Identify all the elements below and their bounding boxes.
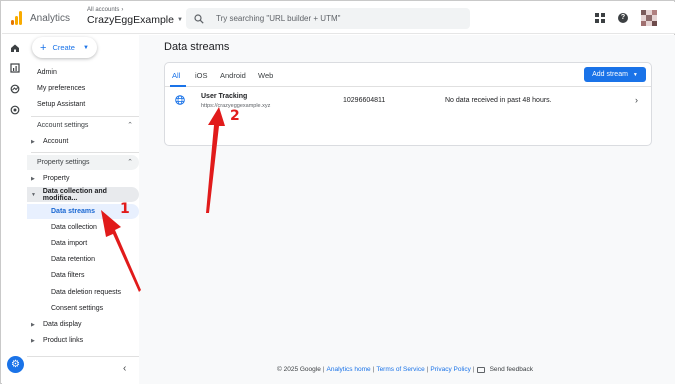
globe-icon	[175, 95, 185, 105]
left-rail: ⚙	[2, 35, 27, 384]
triangle-down-icon: ▼	[31, 191, 36, 198]
page-title: Data streams	[164, 41, 230, 53]
footer-link-privacy[interactable]: Privacy Policy	[430, 366, 470, 373]
account-settings-header[interactable]: Account settings ⌃	[27, 118, 139, 133]
tab-ios[interactable]: iOS	[195, 71, 208, 80]
add-stream-label: Add stream	[592, 71, 628, 78]
create-button-label: Create	[52, 43, 75, 52]
tab-android[interactable]: Android	[220, 71, 246, 80]
nav-setup-assistant[interactable]: Setup Assistant	[27, 97, 139, 112]
nav-product-links[interactable]: ▶ Product links	[27, 333, 139, 348]
footer-link-terms[interactable]: Terms of Service	[376, 366, 424, 373]
nav-data-deletion-requests[interactable]: Data deletion requests	[27, 285, 139, 300]
nav-data-collection-and-modification[interactable]: ▼ Data collection and modifica...	[27, 187, 139, 202]
nav-consent-settings[interactable]: Consent settings	[27, 301, 139, 316]
create-button[interactable]: + Create ▼	[32, 37, 97, 58]
account-name-label: CrazyEggExample	[87, 14, 174, 26]
streams-card: All iOS Android Web Add stream ▼ User Tr…	[164, 62, 652, 146]
send-feedback-link[interactable]: Send feedback	[490, 366, 533, 373]
footer: © 2025 Google | Analytics home | Terms o…	[277, 366, 533, 373]
triangle-right-icon: ▶	[31, 321, 35, 328]
account-picker[interactable]: All accounts › CrazyEggExample ▼	[87, 7, 183, 26]
triangle-right-icon: ▶	[31, 138, 35, 145]
nav-property[interactable]: ▶ Property	[27, 171, 139, 186]
app-title: Analytics	[30, 13, 71, 24]
gear-icon[interactable]: ⚙	[7, 356, 24, 373]
divider	[31, 116, 139, 117]
feedback-icon	[476, 366, 485, 373]
advertising-icon[interactable]	[10, 105, 20, 115]
nav-account-label: Account	[43, 138, 69, 145]
caret-down-icon: ▼	[176, 17, 183, 23]
property-settings-header[interactable]: Property settings ⌃	[27, 155, 139, 170]
chevron-up-icon: ⌃	[127, 159, 133, 166]
nav-data-collection-label: Data collection and modifica...	[42, 187, 107, 202]
triangle-right-icon: ▶	[31, 337, 35, 344]
footer-link-analytics-home[interactable]: Analytics home	[327, 366, 371, 373]
top-icons: ?	[595, 10, 657, 26]
nav-data-collection[interactable]: Data collection	[27, 220, 139, 235]
analytics-logo[interactable]	[10, 11, 24, 25]
annotation-label-1: 1	[120, 201, 130, 217]
account-name[interactable]: CrazyEggExample ▼	[87, 14, 183, 26]
search-placeholder: Try searching "URL builder + UTM"	[216, 14, 341, 23]
top-bar: Analytics All accounts › CrazyEggExample…	[2, 2, 675, 34]
stream-name: User Tracking	[201, 93, 248, 100]
nav-data-retention[interactable]: Data retention	[27, 252, 139, 267]
plus-icon: +	[40, 41, 47, 54]
stream-id: 10296604811	[343, 97, 386, 104]
home-icon[interactable]	[10, 43, 20, 53]
main-content: Data streams All iOS Android Web Add str…	[139, 35, 675, 384]
nav-product-links-label: Product links	[43, 337, 84, 344]
nav-admin[interactable]: Admin	[27, 65, 139, 80]
tab-web[interactable]: Web	[258, 71, 273, 80]
divider	[27, 356, 139, 357]
divider	[31, 152, 139, 153]
search-icon	[194, 13, 204, 24]
property-settings-label: Property settings	[37, 159, 90, 166]
chevron-up-icon: ⌃	[127, 122, 133, 129]
stream-tabs: All iOS Android Web Add stream ▼	[165, 63, 651, 87]
copyright: © 2025 Google	[277, 366, 321, 373]
add-stream-button[interactable]: Add stream ▼	[584, 67, 646, 82]
breadcrumb: All accounts ›	[87, 7, 183, 13]
chevron-right-icon[interactable]: ›	[635, 95, 638, 105]
avatar[interactable]	[641, 10, 657, 26]
stream-status: No data received in past 48 hours.	[445, 97, 552, 104]
search-bar[interactable]: Try searching "URL builder + UTM"	[186, 8, 470, 29]
help-icon[interactable]: ?	[618, 13, 628, 23]
tab-all[interactable]: All	[172, 71, 180, 80]
app-frame: Analytics All accounts › CrazyEggExample…	[0, 0, 675, 384]
nav-data-import[interactable]: Data import	[27, 236, 139, 251]
breadcrumb-all-accounts: All accounts	[87, 7, 120, 13]
caret-down-icon: ▼	[632, 71, 638, 78]
explore-icon[interactable]	[10, 84, 20, 94]
nav-my-preferences[interactable]: My preferences	[27, 81, 139, 96]
nav-account[interactable]: ▶ Account	[27, 134, 139, 149]
collapse-chevron-icon[interactable]: ‹	[123, 363, 126, 374]
nav-data-display[interactable]: ▶ Data display	[27, 317, 139, 332]
annotation-label-2: 2	[230, 108, 240, 124]
triangle-right-icon: ▶	[31, 175, 35, 182]
reports-icon[interactable]	[10, 63, 20, 73]
chevron-right-icon: ›	[121, 7, 124, 13]
account-settings-label: Account settings	[37, 122, 89, 129]
nav-property-label: Property	[43, 175, 70, 182]
apps-grid-icon[interactable]	[595, 13, 605, 23]
nav-data-filters[interactable]: Data filters	[27, 268, 139, 283]
caret-down-icon: ▼	[82, 44, 89, 51]
nav-data-display-label: Data display	[43, 321, 82, 328]
